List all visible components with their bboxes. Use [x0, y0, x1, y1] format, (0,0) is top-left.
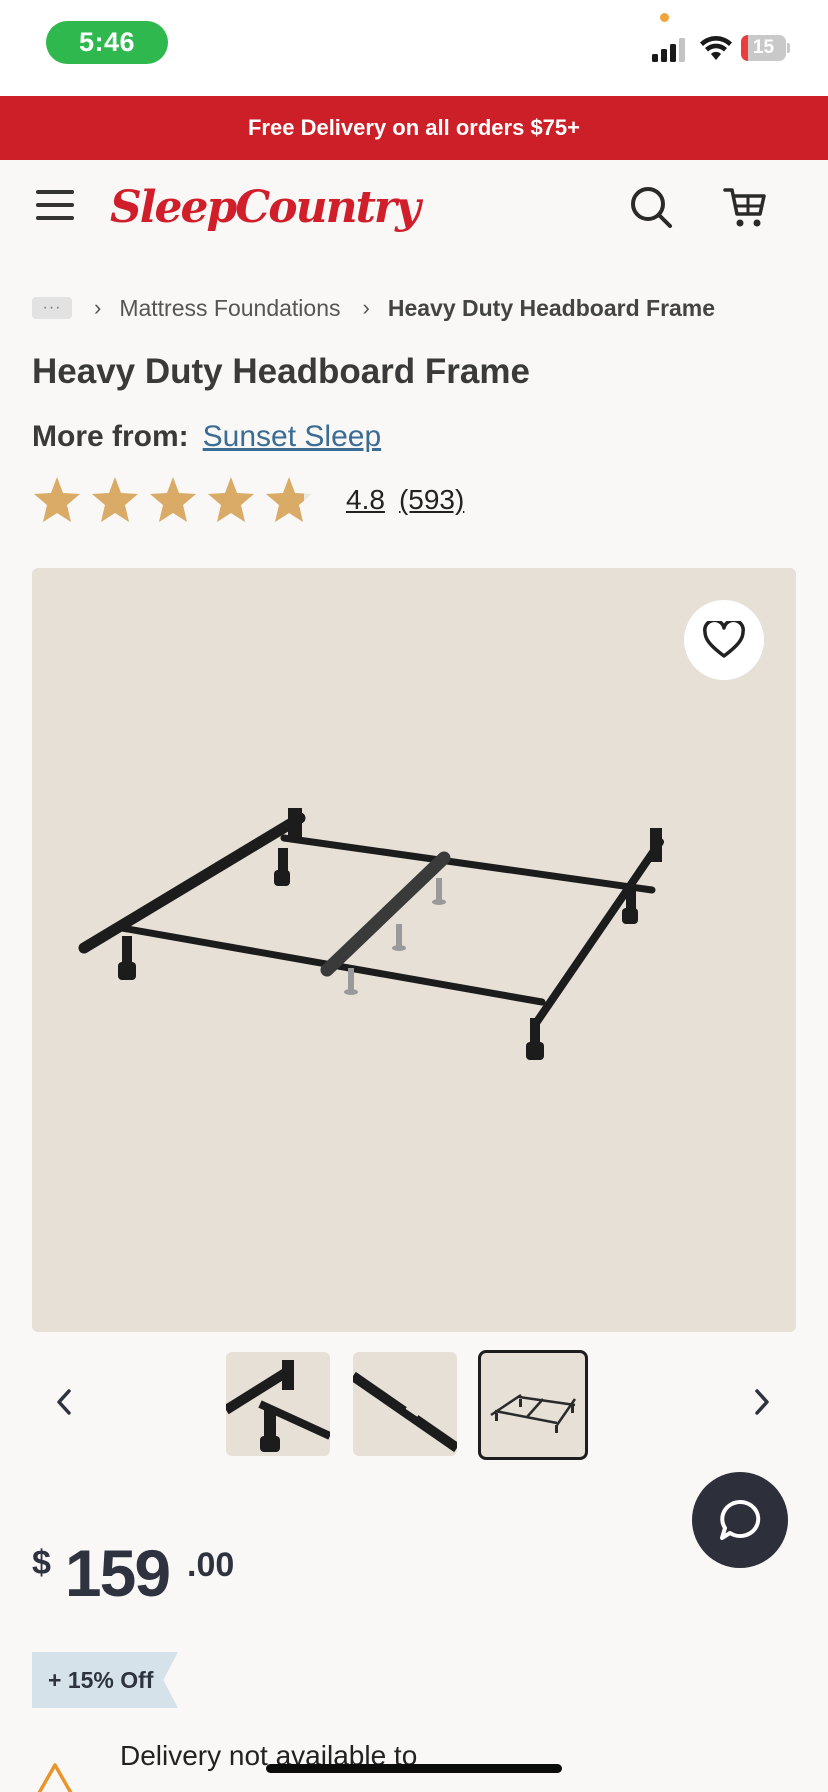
sleep-country-logo[interactable]: SleepCountry	[110, 180, 421, 236]
more-from: More from: Sunset Sleep	[32, 420, 381, 454]
home-indicator[interactable]	[266, 1764, 562, 1773]
privacy-indicator	[660, 13, 669, 22]
star-icon	[34, 477, 80, 522]
carousel-next-button[interactable]	[742, 1382, 782, 1422]
price-whole: 159	[64, 1536, 171, 1610]
chat-bubble-icon	[720, 1499, 761, 1540]
more-from-label: More from:	[32, 420, 189, 453]
wifi-icon	[700, 36, 732, 60]
promo-banner[interactable]: Free Delivery on all orders $75+	[0, 96, 828, 160]
status-time: 5:46	[46, 21, 168, 64]
chevron-left-icon	[57, 1389, 71, 1415]
price-currency: $	[32, 1544, 51, 1582]
cart-icon[interactable]	[722, 184, 768, 230]
breadcrumb-item-mattress-foundations[interactable]: Mattress Foundations	[119, 295, 340, 322]
star-icon	[208, 477, 254, 522]
star-icon	[92, 477, 138, 522]
breadcrumb-item-current: Heavy Duty Headboard Frame	[387, 294, 716, 321]
product-image[interactable]	[32, 568, 796, 1332]
thumbnail-carousel	[0, 1350, 828, 1462]
signal-icon	[652, 38, 685, 62]
heart-icon	[703, 621, 745, 658]
site-header: SleepCountry	[0, 160, 828, 256]
star-rating	[32, 475, 322, 525]
chevron-right-icon	[755, 1389, 769, 1415]
status-bar: 5:46 15	[0, 0, 828, 96]
favorite-button[interactable]	[684, 600, 764, 680]
star-icon	[266, 477, 312, 522]
chevron-right-icon: ›	[362, 295, 370, 320]
chevron-right-icon: ›	[94, 295, 102, 320]
breadcrumb-more-button[interactable]: ···	[32, 297, 72, 319]
rating-row[interactable]: 4.8 (593)	[32, 472, 464, 528]
bed-frame-image	[78, 808, 664, 1060]
review-count[interactable]: (593)	[399, 484, 464, 516]
carousel-prev-button[interactable]	[44, 1382, 84, 1422]
product-price: $ 159 .00	[32, 1538, 234, 1608]
battery-level: 15	[752, 37, 775, 58]
breadcrumb: ··· › Mattress Foundations › Heavy Duty …	[32, 290, 715, 326]
price-cents: .00	[187, 1546, 235, 1584]
product-page: 5:46 15 Free Delivery on all orders $75+	[0, 0, 828, 1792]
brand-link[interactable]: Sunset Sleep	[203, 420, 381, 454]
star-icon	[150, 477, 196, 522]
product-title: Heavy Duty Headboard Frame	[32, 352, 530, 391]
discount-badge: + 15% Off	[32, 1652, 178, 1708]
thumbnail-3-selected[interactable]	[478, 1350, 588, 1460]
thumbnail-1[interactable]	[226, 1352, 330, 1456]
thumbnail-2[interactable]	[353, 1352, 457, 1456]
warning-icon	[37, 1763, 73, 1792]
menu-icon[interactable]	[36, 190, 76, 226]
search-icon[interactable]	[628, 184, 674, 230]
chat-button[interactable]	[692, 1472, 788, 1568]
rating-value[interactable]: 4.8	[346, 484, 385, 516]
battery-icon: 15	[741, 35, 790, 61]
